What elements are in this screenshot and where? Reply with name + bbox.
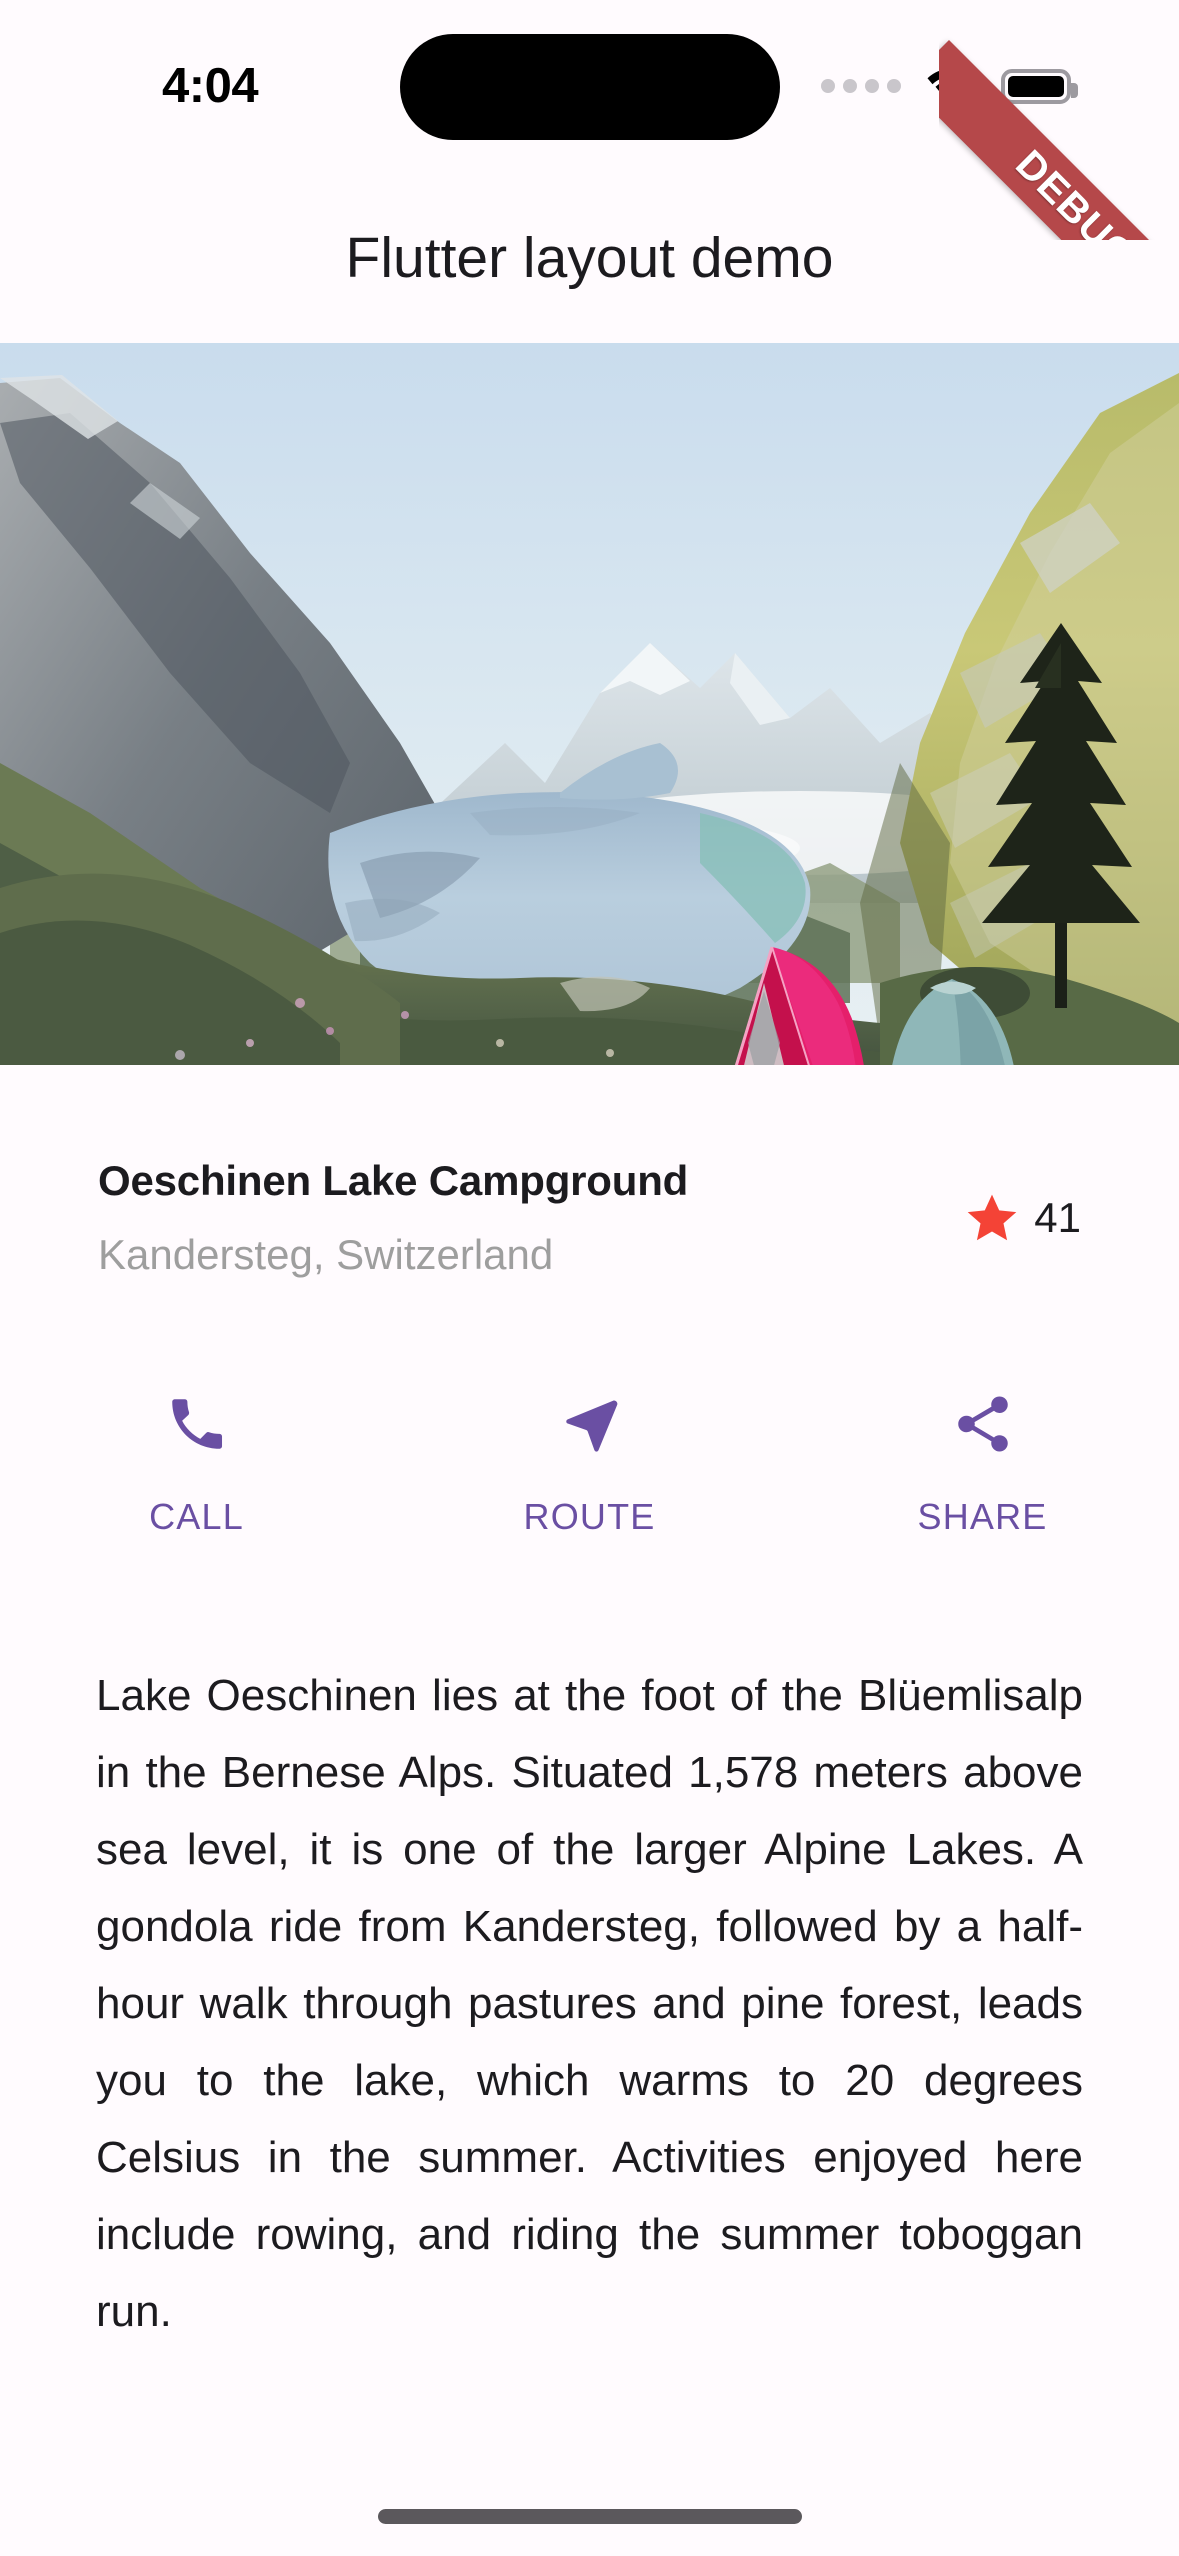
signal-dots-icon xyxy=(821,79,901,93)
place-title: Oeschinen Lake Campground xyxy=(98,1157,689,1204)
wifi-icon xyxy=(927,68,975,103)
route-button[interactable]: ROUTE xyxy=(393,1378,786,1538)
dynamic-island xyxy=(400,34,780,140)
star-icon xyxy=(967,1194,1017,1241)
action-buttons-row: CALL ROUTE SHARE xyxy=(0,1378,1179,1538)
call-button-label: CALL xyxy=(149,1496,244,1537)
hero-image xyxy=(0,343,1179,1065)
battery-icon xyxy=(1001,68,1078,104)
status-bar: 4:04 xyxy=(0,0,1179,172)
place-description: Lake Oeschinen lies at the foot of the B… xyxy=(96,1671,1083,2336)
near-me-icon xyxy=(557,1378,623,1470)
route-button-label: ROUTE xyxy=(523,1496,656,1537)
status-bar-indicators xyxy=(821,62,1078,110)
place-title-block: Oeschinen Lake Campground Kandersteg, Sw… xyxy=(98,1155,964,1281)
rating-count: 41 xyxy=(1034,1194,1081,1241)
share-icon xyxy=(950,1378,1016,1470)
phone-icon xyxy=(164,1378,230,1470)
rating-block: 41 xyxy=(964,1191,1081,1245)
lake-campground-illustration xyxy=(0,343,1179,1065)
page-title: Flutter layout demo xyxy=(345,225,834,290)
share-button-label: SHARE xyxy=(917,1496,1048,1537)
share-button[interactable]: SHARE xyxy=(786,1378,1179,1538)
place-subtitle: Kandersteg, Switzerland xyxy=(98,1231,554,1278)
call-button[interactable]: CALL xyxy=(0,1378,393,1538)
battery-fill xyxy=(1008,75,1064,97)
place-header-row: Oeschinen Lake Campground Kandersteg, Sw… xyxy=(0,1155,1179,1281)
home-indicator[interactable] xyxy=(377,2509,802,2524)
app-bar: Flutter layout demo xyxy=(0,172,1179,343)
status-bar-clock: 4:04 xyxy=(162,59,259,113)
